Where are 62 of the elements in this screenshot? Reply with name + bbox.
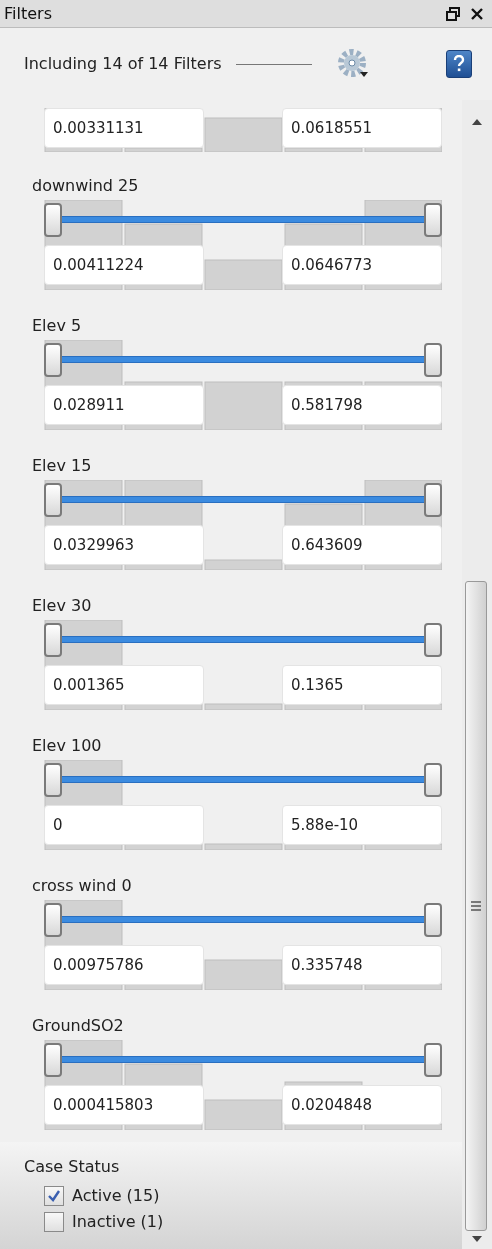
scrollbar-thumb[interactable]	[465, 581, 487, 1231]
value-field[interactable]: 0.643609	[282, 525, 442, 565]
slider-handle[interactable]	[424, 343, 442, 377]
value-field[interactable]: 0.335748	[282, 945, 442, 985]
checkbox[interactable]	[44, 1186, 64, 1206]
value-field[interactable]: 5.88e-10	[282, 805, 442, 845]
slider-handle[interactable]	[424, 1043, 442, 1077]
value-field[interactable]: 0.1365	[282, 665, 442, 705]
check-icon	[47, 1189, 61, 1203]
filter-label: Elev 100	[32, 735, 103, 757]
scrollbar[interactable]	[462, 100, 492, 1249]
slider-handle[interactable]	[44, 203, 62, 237]
slider-track[interactable]	[62, 356, 424, 363]
slider-handle[interactable]	[424, 763, 442, 797]
window-title: Filters	[4, 2, 52, 25]
slider-track[interactable]	[62, 496, 424, 503]
value-field[interactable]: 0.000415803	[44, 1085, 204, 1125]
value-field[interactable]: 0.0329963	[44, 525, 204, 565]
grip-icon	[470, 901, 482, 911]
slider-track[interactable]	[62, 1056, 424, 1063]
value-field[interactable]: 0.001365	[44, 665, 204, 705]
slider-track[interactable]	[62, 776, 424, 783]
value-field[interactable]: 0.00411224	[44, 245, 204, 285]
filter-label: GroundSO2	[32, 1015, 125, 1037]
slider-handle[interactable]	[44, 763, 62, 797]
value-field[interactable]: 0.0204848	[282, 1085, 442, 1125]
slider-handle[interactable]	[424, 483, 442, 517]
filter-label: Elev 30	[32, 595, 93, 617]
help-button[interactable]	[446, 50, 472, 78]
float-icon[interactable]	[446, 6, 460, 21]
gear-icon[interactable]	[335, 48, 370, 80]
value-field[interactable]: 0.00331131	[44, 108, 204, 148]
filter-label: cross wind 0	[32, 875, 133, 897]
slider-handle[interactable]	[44, 1043, 62, 1077]
value-field[interactable]: 0.028911	[44, 385, 204, 425]
checkbox-label: Inactive (1)	[72, 1212, 164, 1232]
checkbox-label: Active (15)	[72, 1186, 160, 1206]
close-icon[interactable]	[470, 6, 484, 21]
filter-label: downwind 25	[32, 175, 140, 197]
scroll-down-icon[interactable]	[471, 1235, 483, 1243]
slider-handle[interactable]	[44, 623, 62, 657]
slider-handle[interactable]	[44, 343, 62, 377]
filter-label: Elev 5	[32, 315, 83, 337]
slider-handle[interactable]	[424, 623, 442, 657]
slider-track[interactable]	[62, 216, 424, 223]
slider-track[interactable]	[62, 636, 424, 643]
value-field[interactable]: 0	[44, 805, 204, 845]
slider-handle[interactable]	[44, 903, 62, 937]
filter-label: Elev 15	[32, 455, 93, 477]
section-title: Case Status	[24, 1156, 121, 1178]
slider-track[interactable]	[62, 916, 424, 923]
filter-summary: Including 14 of 14 Filters	[24, 53, 222, 75]
question-mark-icon	[453, 55, 465, 73]
value-field[interactable]: 0.0618551	[282, 108, 442, 148]
slider-handle[interactable]	[44, 483, 62, 517]
slider-handle[interactable]	[424, 903, 442, 937]
scroll-up-icon[interactable]	[471, 118, 483, 126]
value-field[interactable]: 0.0646773	[282, 245, 442, 285]
checkbox[interactable]	[44, 1212, 64, 1232]
value-field[interactable]: 0.581798	[282, 385, 442, 425]
value-field[interactable]: 0.00975786	[44, 945, 204, 985]
slider-handle[interactable]	[424, 203, 442, 237]
